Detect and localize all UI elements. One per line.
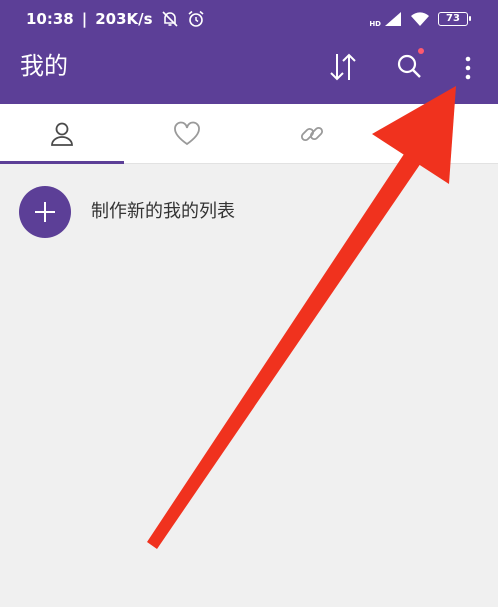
search-icon bbox=[397, 54, 421, 78]
app-bar: 10:38 | 203K/s HD 73 我的 bbox=[0, 0, 498, 104]
tab-favorites[interactable] bbox=[125, 104, 249, 164]
more-options-button[interactable] bbox=[456, 52, 480, 84]
notifications-off-icon bbox=[161, 10, 179, 28]
alarm-icon bbox=[187, 10, 205, 28]
status-time: 10:38 bbox=[26, 10, 74, 28]
create-list-row[interactable]: 制作新的我的列表 bbox=[0, 176, 498, 248]
more-vert-icon bbox=[465, 56, 471, 80]
search-button[interactable] bbox=[392, 48, 426, 84]
sort-icon bbox=[330, 53, 356, 81]
status-net-speed: 203K/s bbox=[95, 10, 153, 28]
page-title: 我的 bbox=[20, 52, 68, 80]
status-left: 10:38 | 203K/s bbox=[26, 10, 205, 28]
person-icon bbox=[51, 122, 73, 146]
wifi-icon bbox=[410, 11, 430, 27]
status-separator: | bbox=[81, 10, 88, 28]
tab-selected-indicator bbox=[0, 161, 124, 164]
create-list-label: 制作新的我的列表 bbox=[91, 201, 235, 222]
tab-links[interactable] bbox=[250, 104, 374, 164]
create-list-button[interactable] bbox=[19, 186, 71, 238]
tab-bar bbox=[0, 104, 498, 164]
battery-level: 73 bbox=[446, 13, 460, 24]
battery-icon: 73 bbox=[438, 12, 471, 26]
network-label: HD bbox=[369, 19, 381, 28]
search-badge-dot bbox=[418, 48, 424, 54]
plus-icon bbox=[35, 202, 55, 222]
sort-button[interactable] bbox=[326, 50, 360, 84]
status-right: HD 73 bbox=[369, 11, 471, 28]
link-icon bbox=[300, 126, 324, 142]
signal-icon bbox=[384, 11, 402, 27]
status-bar: 10:38 | 203K/s HD 73 bbox=[0, 0, 498, 38]
tab-profile[interactable] bbox=[0, 104, 124, 164]
heart-icon bbox=[174, 121, 200, 146]
